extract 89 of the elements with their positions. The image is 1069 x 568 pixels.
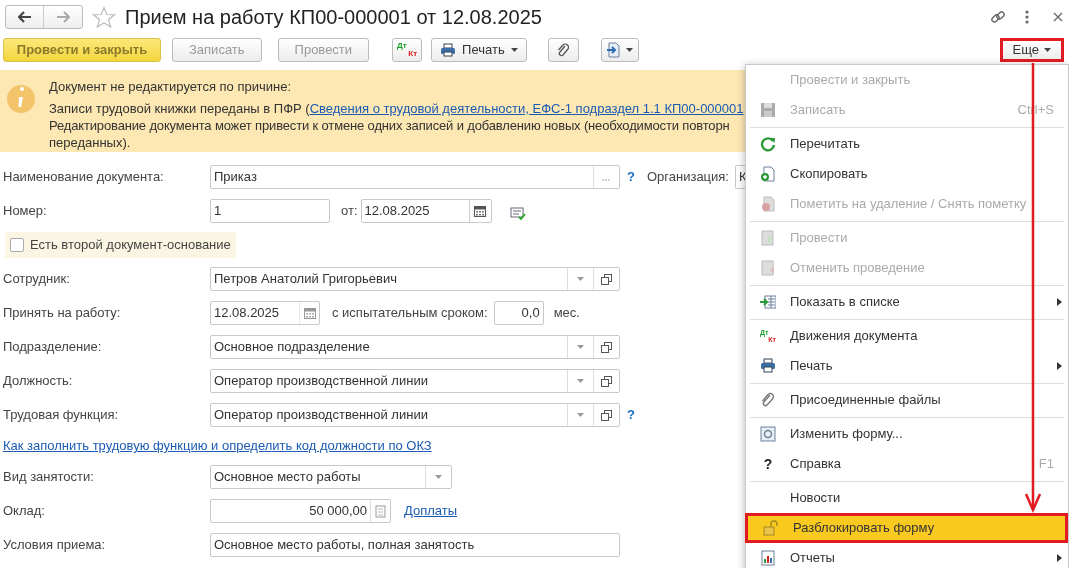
close-icon[interactable] <box>1053 12 1063 22</box>
document-plus-icon <box>760 166 776 182</box>
reference-field[interactable]: Петров Анатолий Григорьевич <box>210 267 620 291</box>
notice-text: переданных). <box>49 134 132 151</box>
calendar-icon <box>303 307 316 319</box>
salary-field[interactable]: 50 000,00 <box>210 499 391 523</box>
menu-item[interactable]: Перечитать <box>746 129 1068 159</box>
document-arrow-icon <box>606 42 623 58</box>
info-icon <box>7 85 35 113</box>
help-link[interactable]: ? <box>627 405 635 425</box>
field-label: Номер: <box>3 202 48 221</box>
dropdown-icon <box>577 413 584 417</box>
window-title: Прием на работу КП00-000001 от 12.08.2025 <box>125 5 542 30</box>
document-cross-icon <box>760 196 776 212</box>
document-check-icon[interactable] <box>509 206 526 220</box>
menu-item[interactable]: Присоединенные файлы <box>746 385 1068 415</box>
link-icon[interactable] <box>990 9 1006 25</box>
notice-link[interactable]: Сведения о трудовой деятельности, ЕФС-1 подраздел 1.1 КП00-000001 <box>309 101 744 116</box>
help-link[interactable]: ? <box>627 167 635 187</box>
field-label: Подразделение: <box>3 338 103 357</box>
field-label: Сотрудник: <box>3 270 71 289</box>
unit-label: мес. <box>553 304 580 323</box>
menu-item[interactable]: Изменить форму... <box>746 419 1068 449</box>
number-field[interactable]: 1 <box>210 199 330 223</box>
forward-icon <box>56 11 70 23</box>
postings-button[interactable]: Дт Кт <box>392 38 423 62</box>
trial-field[interactable]: 0,0 <box>493 301 544 325</box>
more-button[interactable]: Еще <box>999 38 1064 62</box>
caret-icon <box>1044 48 1051 52</box>
star-icon[interactable] <box>92 6 116 28</box>
open-icon <box>601 273 612 285</box>
help-icon: ? <box>763 453 773 475</box>
notice-text: Редактирование документа может привести к отмене одних записей и добавлению новых (необходимости повторн <box>49 117 731 134</box>
help-link[interactable]: Как заполнить трудовую функцию и определить код должности по ОКЗ <box>3 436 432 456</box>
printer-icon <box>440 43 457 57</box>
printer-icon <box>760 358 776 374</box>
credit-label: Кт <box>408 50 419 58</box>
field-label: Должность: <box>3 372 74 391</box>
print-button[interactable]: Печать <box>431 38 527 62</box>
debit-label: Дт <box>396 42 407 50</box>
list-arrow-icon <box>760 294 776 310</box>
notice-text: Записи трудовой книжки переданы в ПФР (Сведения о трудовой деятельности, ЕФС-1 подраздел 1.1 КП00-000001 <box>49 100 744 117</box>
open-icon <box>601 409 612 421</box>
menu-item[interactable]: Разблокировать форму <box>745 513 1068 543</box>
date-field[interactable]: 12.08.2025 <box>360 199 492 223</box>
field-label: Принять на работу: <box>3 304 122 323</box>
shortcut-label: F1 <box>1038 455 1054 474</box>
notice-title: Документ не редактируется по причине: <box>49 78 292 96</box>
more-vertical-icon[interactable] <box>1025 10 1029 24</box>
paperclip-icon <box>557 43 570 57</box>
field-label: Организация: <box>646 168 729 187</box>
field-label: Трудовая функция: <box>3 406 120 425</box>
date-field[interactable]: 12.08.2025 <box>210 301 320 325</box>
second-basis-checkbox[interactable]: Есть второй документ-основание <box>5 232 236 258</box>
menu-item[interactable]: Отчеты <box>746 543 1068 568</box>
dropdown-icon <box>577 277 584 281</box>
menu-item[interactable]: Скопировать <box>746 159 1068 189</box>
calendar-icon <box>474 205 486 217</box>
attach-button[interactable] <box>547 38 579 62</box>
dropdown-icon <box>435 475 442 479</box>
menu-item[interactable]: Показать в списке <box>746 287 1068 317</box>
export-button[interactable] <box>600 38 639 62</box>
employment-type-field[interactable]: Основное место работы <box>210 465 452 489</box>
document-name-field[interactable]: Приказ <box>210 165 620 189</box>
dropdown-icon <box>577 345 584 349</box>
open-icon <box>601 341 612 353</box>
field-label: Оклад: <box>3 502 46 521</box>
reference-field[interactable]: Оператор производственной линии <box>210 403 620 427</box>
allowances-link[interactable]: Доплаты <box>404 501 458 521</box>
menu-item[interactable]: Новости <box>746 483 1068 513</box>
menu-item[interactable]: Печать <box>746 351 1068 381</box>
menu-item[interactable]: ? Справка F1 <box>746 449 1068 479</box>
caret-icon <box>626 48 634 52</box>
back-icon <box>17 11 32 23</box>
refresh-icon <box>760 136 776 152</box>
field-label: с испытательным сроком: <box>332 304 488 323</box>
field-label: Наименование документа: <box>3 168 165 187</box>
dropdown-icon <box>577 379 584 383</box>
form-icon <box>760 426 776 442</box>
reference-field[interactable]: Оператор производственной линии <box>210 369 620 393</box>
text-field[interactable]: Основное место работы, полная занятость <box>210 533 620 557</box>
field-label: Условия приема: <box>3 536 107 555</box>
field-label: от: <box>341 202 358 221</box>
paperclip-icon <box>760 392 776 408</box>
reference-field[interactable]: Основное подразделение <box>210 335 620 359</box>
padlock-icon <box>763 520 779 536</box>
field-label: Вид занятости: <box>3 468 95 487</box>
open-icon <box>601 375 612 387</box>
caret-icon <box>510 48 518 52</box>
